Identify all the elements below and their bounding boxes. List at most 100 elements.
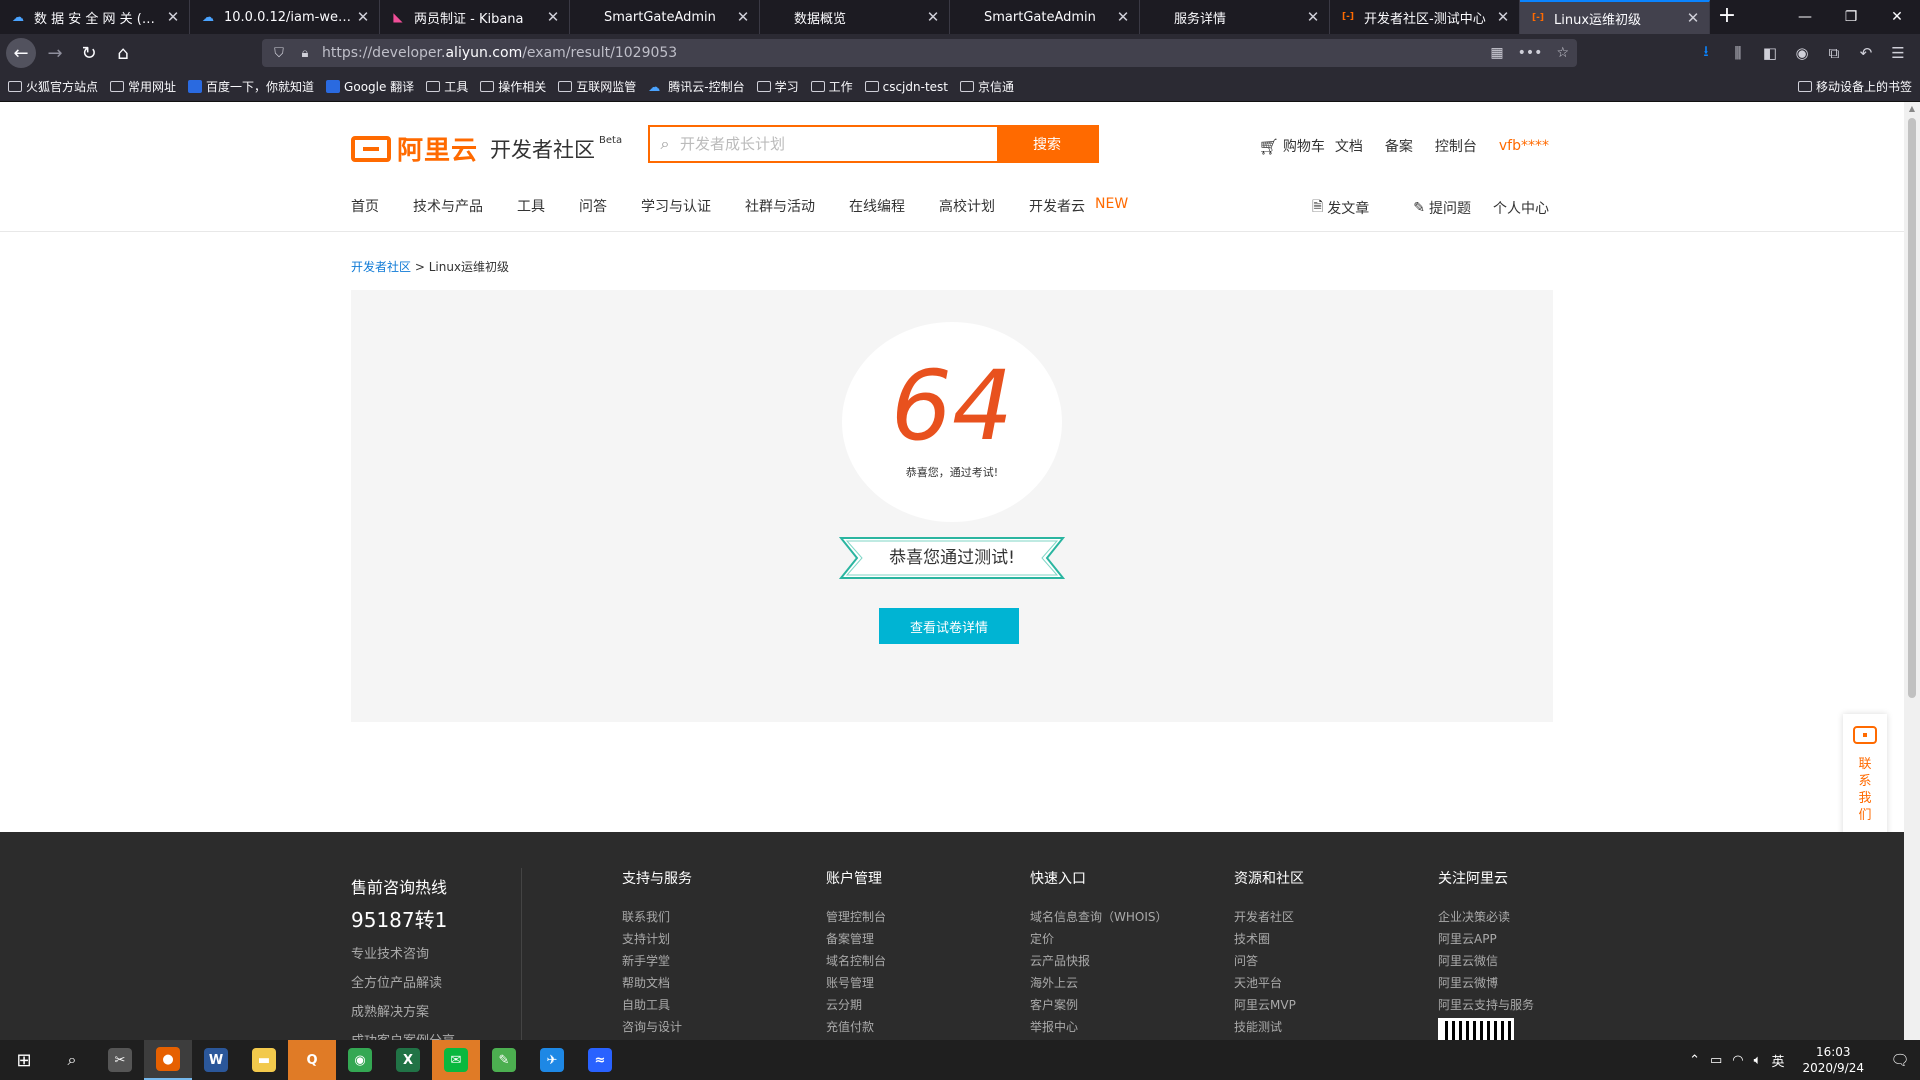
- tab-close-icon[interactable]: ✕: [355, 9, 371, 25]
- nav-item[interactable]: 工具: [517, 196, 545, 216]
- excel-app[interactable]: X: [384, 1040, 432, 1080]
- menu-icon[interactable]: ☰: [1882, 38, 1914, 68]
- footer-link[interactable]: 海外上云: [1030, 974, 1168, 990]
- hotline-item[interactable]: 全方位产品解读: [351, 972, 455, 991]
- footer-link[interactable]: 技能测试: [1234, 1018, 1304, 1034]
- sidebar-icon[interactable]: ◧: [1754, 38, 1786, 68]
- search-icon[interactable]: ⌕: [48, 1040, 96, 1080]
- wechat-app[interactable]: ✉: [432, 1040, 480, 1080]
- bookmark-item[interactable]: 工具: [426, 78, 468, 95]
- nav-item[interactable]: 首页: [351, 196, 379, 216]
- search-app[interactable]: Q: [288, 1040, 336, 1080]
- footer-link[interactable]: 天池平台: [1234, 974, 1304, 990]
- footer-link[interactable]: 问答: [1234, 952, 1304, 968]
- nav-item[interactable]: 学习与认证: [641, 196, 711, 216]
- forward-button[interactable]: →: [40, 38, 70, 68]
- footer-link[interactable]: 阿里云支持与服务: [1438, 996, 1534, 1012]
- explorer-app[interactable]: ▬: [240, 1040, 288, 1080]
- bookmark-item[interactable]: 常用网址: [110, 78, 176, 95]
- docs-link[interactable]: 文档: [1335, 136, 1363, 156]
- footer-link[interactable]: 备案管理: [826, 930, 886, 946]
- hotline-item[interactable]: 专业技术咨询: [351, 943, 455, 962]
- tab-close-icon[interactable]: ✕: [1685, 10, 1701, 26]
- tab-close-icon[interactable]: ✕: [1495, 9, 1511, 25]
- footer-link[interactable]: 咨询与设计: [622, 1018, 692, 1034]
- footer-link[interactable]: 阿里云微博: [1438, 974, 1534, 990]
- close-window-button[interactable]: ✕: [1874, 0, 1920, 34]
- footer-link[interactable]: 域名信息查询（WHOIS）: [1030, 908, 1168, 924]
- tab-close-icon[interactable]: ✕: [545, 9, 561, 25]
- footer-link[interactable]: 企业决策必读: [1438, 908, 1534, 924]
- reload-button[interactable]: ↻: [74, 38, 104, 68]
- battery-icon[interactable]: ▭: [1710, 1053, 1722, 1068]
- bookmark-item[interactable]: 操作相关: [480, 78, 546, 95]
- screenshot-app[interactable]: ✂: [96, 1040, 144, 1080]
- volume-icon[interactable]: 🔈︎: [1754, 1053, 1762, 1068]
- browser-tab[interactable]: [-] Linux运维初级 ✕: [1520, 0, 1710, 34]
- undo-icon[interactable]: ↶: [1850, 38, 1882, 68]
- nav-item[interactable]: 社群与活动: [745, 196, 815, 216]
- notepad-app[interactable]: ✎: [480, 1040, 528, 1080]
- console-link[interactable]: 控制台: [1435, 136, 1477, 156]
- qr-code-icon[interactable]: ▦: [1490, 45, 1503, 61]
- bookmark-item[interactable]: cscjdn-test: [864, 80, 948, 94]
- footer-link[interactable]: 阿里云微信: [1438, 952, 1534, 968]
- footer-link[interactable]: 开发者社区: [1234, 908, 1304, 924]
- footer-link[interactable]: 云分期: [826, 996, 886, 1012]
- hotline-item[interactable]: 成功客户案例分享: [351, 1030, 455, 1040]
- page-actions-icon[interactable]: •••: [1518, 45, 1543, 61]
- browser-tab[interactable]: ☁ 10.0.0.12/iam-web/web/✕: [190, 0, 380, 34]
- mobile-bookmarks[interactable]: 移动设备上的书签: [1797, 78, 1912, 95]
- view-exam-details-button[interactable]: 查看试卷详情: [879, 608, 1019, 644]
- beian-link[interactable]: 备案: [1385, 136, 1413, 156]
- bookmark-star-icon[interactable]: ☆: [1556, 45, 1569, 61]
- footer-link[interactable]: 云产品快报: [1030, 952, 1168, 968]
- scroll-up-arrow-icon[interactable]: ▲: [1904, 102, 1920, 116]
- browser-tab[interactable]: ☁ 数 据 安 全 网 关 (堡垒机)✕: [0, 0, 190, 34]
- nav-item[interactable]: 在线编程: [849, 196, 905, 216]
- nav-item[interactable]: 开发者云: [1029, 196, 1085, 216]
- new-tab-button[interactable]: +: [1710, 0, 1744, 34]
- clock[interactable]: 16:03 2020/9/24: [1802, 1044, 1864, 1076]
- footer-link[interactable]: 阿里云MVP: [1234, 996, 1304, 1012]
- nav-item[interactable]: 问答: [579, 196, 607, 216]
- footer-link[interactable]: 自助工具: [622, 996, 692, 1012]
- wifi-icon[interactable]: ◠: [1732, 1053, 1743, 1068]
- word-app[interactable]: W: [192, 1040, 240, 1080]
- cart-link[interactable]: 🛒︎ 购物车: [1237, 136, 1325, 156]
- contact-us-float[interactable]: 联系我们: [1843, 714, 1887, 844]
- back-button[interactable]: ←: [6, 38, 36, 68]
- nav-item[interactable]: 高校计划: [939, 196, 995, 216]
- windows-start-icon[interactable]: ⊞: [0, 1040, 48, 1080]
- extension-icon[interactable]: ⧉: [1818, 38, 1850, 68]
- firefox-app[interactable]: ●: [144, 1040, 192, 1080]
- browser-tab[interactable]: 服务详情 ✕: [1140, 0, 1330, 34]
- bookmark-item[interactable]: 京信通: [960, 78, 1014, 95]
- footer-link[interactable]: 域名控制台: [826, 952, 886, 968]
- restore-button[interactable]: ❐: [1828, 0, 1874, 34]
- page-scrollbar[interactable]: ▲: [1904, 102, 1920, 1040]
- browser-tab[interactable]: 数据概览 ✕: [760, 0, 950, 34]
- chrome-app[interactable]: ◉: [336, 1040, 384, 1080]
- lark-app[interactable]: ≈: [576, 1040, 624, 1080]
- ime-indicator[interactable]: 英: [1771, 1051, 1784, 1070]
- user-link[interactable]: vfb****: [1499, 138, 1549, 154]
- footer-link[interactable]: 帮助文档: [622, 974, 692, 990]
- browser-tab[interactable]: SmartGateAdmin ✕: [950, 0, 1140, 34]
- feishu-app[interactable]: ✈: [528, 1040, 576, 1080]
- tab-close-icon[interactable]: ✕: [735, 9, 751, 25]
- write-article-link[interactable]: 🗎︎ 发文章: [1290, 196, 1369, 220]
- bookmark-item[interactable]: 百度一下，你就知道: [188, 78, 314, 95]
- footer-link[interactable]: 联系我们: [622, 908, 692, 924]
- bookmark-item[interactable]: Google 翻译: [326, 78, 414, 95]
- footer-link[interactable]: 技术圈: [1234, 930, 1304, 946]
- tab-close-icon[interactable]: ✕: [165, 9, 181, 25]
- chevron-up-icon[interactable]: ⌃: [1689, 1053, 1700, 1068]
- notification-icon[interactable]: 🗨︎: [1880, 1051, 1920, 1069]
- browser-tab[interactable]: [-] 开发者社区-测试中心 ✕: [1330, 0, 1520, 34]
- breadcrumb-home[interactable]: 开发者社区: [351, 260, 411, 274]
- shield-icon[interactable]: ⛉: [270, 46, 288, 61]
- search-button[interactable]: 搜索: [997, 127, 1097, 161]
- bookmark-item[interactable]: 学习: [756, 78, 799, 95]
- footer-link[interactable]: 定价: [1030, 930, 1168, 946]
